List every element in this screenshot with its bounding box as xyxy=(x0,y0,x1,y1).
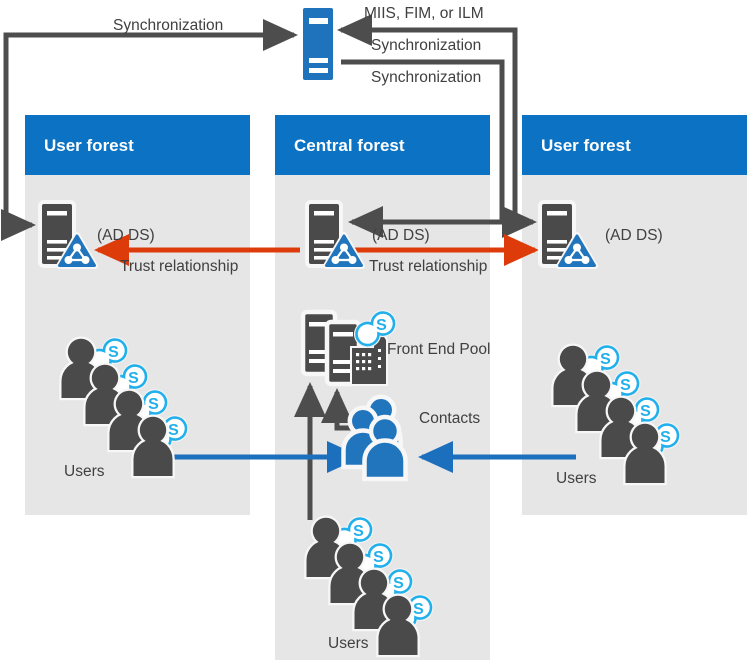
connector-label-sync-right: Synchronization xyxy=(371,69,482,86)
diagram-svg: S xyxy=(1,8,747,660)
front-end-pool-icon xyxy=(300,309,394,387)
connector-label-sync-central: Synchronization xyxy=(371,37,482,54)
front-end-pool-label: Front End Pool xyxy=(387,341,491,358)
forest-header-label-central: Central forest xyxy=(294,136,405,155)
users-label-right: Users xyxy=(556,470,597,487)
sync-server-icon xyxy=(303,8,333,80)
users-label-left: Users xyxy=(64,463,105,480)
contacts-label: Contacts xyxy=(419,410,481,427)
connector-label-miis-fim-ilm: MIIS, FIM, or ILM xyxy=(364,5,484,22)
trust-relationship-label-left: Trust relationship xyxy=(120,258,239,275)
diagram-canvas: S User forest Central forest User forest… xyxy=(0,0,747,664)
users-label-bottom: Users xyxy=(328,635,369,652)
connector-label-sync-left: Synchronization xyxy=(113,17,224,34)
forest-header-label-right: User forest xyxy=(541,136,631,155)
forest-header-label-left: User forest xyxy=(44,136,134,155)
ad-ds-label-central: (AD DS) xyxy=(372,227,430,244)
ad-ds-label-right: (AD DS) xyxy=(605,227,663,244)
trust-relationship-label-right: Trust relationship xyxy=(369,258,488,275)
ad-ds-label-left: (AD DS) xyxy=(97,227,155,244)
